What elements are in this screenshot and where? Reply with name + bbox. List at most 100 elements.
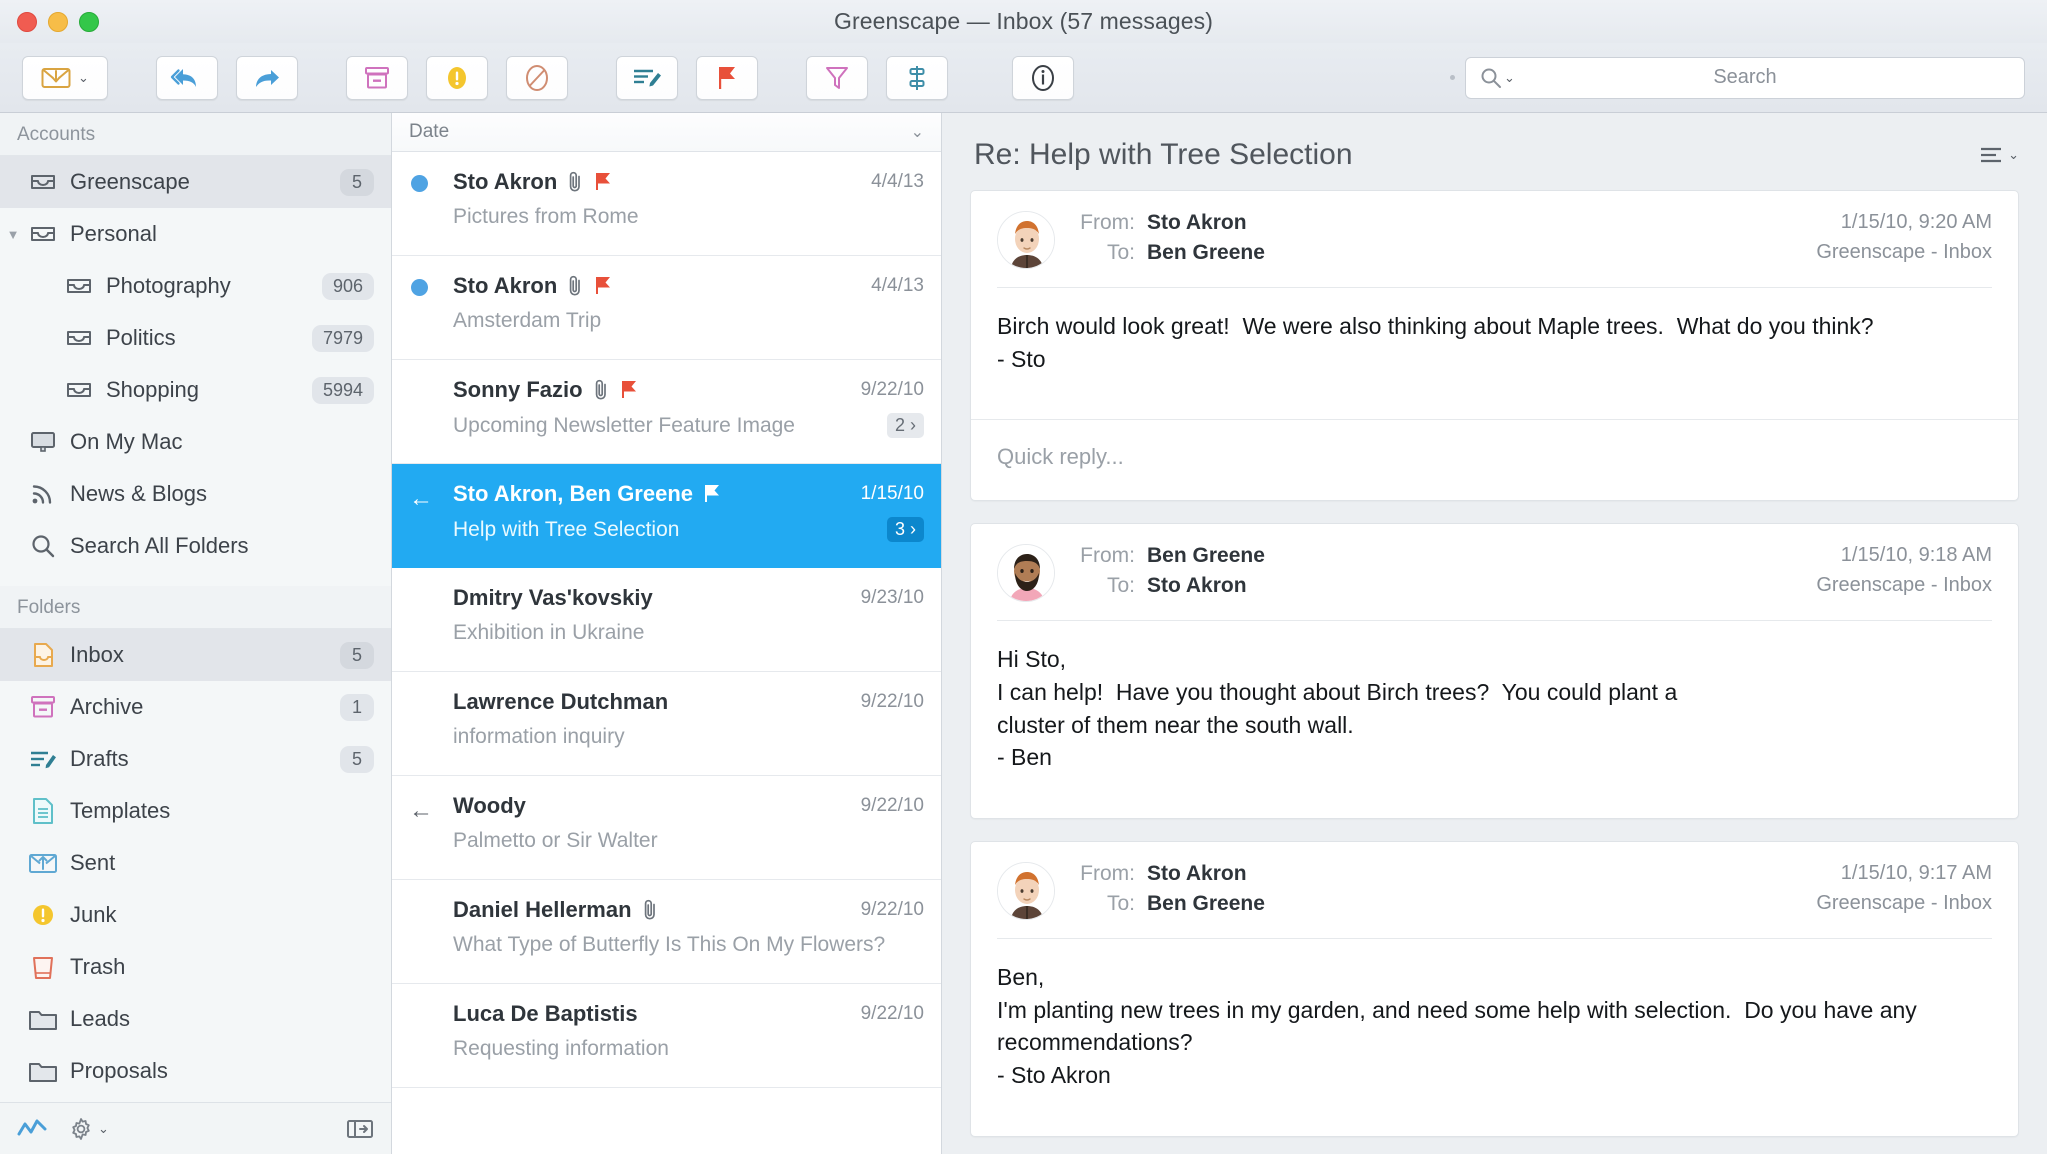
unread-dot-icon[interactable]: [411, 175, 428, 192]
row-content: Daniel Hellerman 9/22/10 What Type of Butt…: [453, 897, 924, 964]
info-button[interactable]: [1012, 55, 1074, 100]
sidebar-item-leads[interactable]: Leads: [0, 993, 391, 1045]
mailbox-tray-icon: [62, 323, 96, 353]
compose-pencil-icon: [631, 65, 663, 91]
chevron-down-icon[interactable]: ⌄: [911, 122, 924, 142]
chevron-down-icon[interactable]: ⌄: [2008, 147, 2019, 163]
drafts-pencil-icon: [26, 744, 60, 774]
from-value[interactable]: Sto Akron: [1147, 862, 1247, 886]
list-menu-icon[interactable]: ⌄: [1978, 144, 2019, 166]
message-card[interactable]: From: Sto Akron To: Ben Greene 1/15/10, 9:20…: [970, 190, 2019, 502]
red-flag-icon[interactable]: [619, 379, 639, 401]
gear-icon[interactable]: [69, 1117, 93, 1141]
from-value[interactable]: Ben Greene: [1147, 544, 1265, 568]
to-value[interactable]: Ben Greene: [1147, 892, 1265, 916]
sidebar-item-news-blogs[interactable]: News & Blogs: [0, 468, 391, 520]
white-flag-icon[interactable]: [702, 483, 722, 505]
block-button[interactable]: [506, 55, 568, 100]
message-sender: Luca De Baptistis: [453, 1001, 638, 1026]
sidebar-item-drafts[interactable]: Drafts 5: [0, 733, 391, 785]
unread-count-badge: 906: [321, 272, 374, 300]
from-value[interactable]: Sto Akron: [1147, 211, 1247, 235]
message-sender: Woody: [453, 793, 526, 818]
sidebar-item-sent[interactable]: Sent: [0, 837, 391, 889]
sidebar-item-label: Search All Folders: [70, 533, 249, 558]
message-list-row[interactable]: Sonny Fazio 9/22/10 Upcoming Newsletter Fe…: [392, 360, 941, 464]
zoom-button[interactable]: [79, 11, 99, 32]
unread-dot-icon[interactable]: [411, 279, 428, 296]
message-list-row[interactable]: ← Woody 9/22/10 Palmetto or Sir Walter: [392, 776, 941, 880]
sidebar-item-label: Sent: [70, 850, 116, 875]
row-status-gutter: [409, 377, 453, 444]
to-value[interactable]: Sto Akron: [1147, 574, 1247, 598]
chevron-down-icon: ⌄: [78, 69, 89, 85]
folders-list: Inbox 5 Archive 1 Drafts 5 Templates Sent Junk Tr…: [0, 629, 391, 1097]
message-list-row[interactable]: Sto Akron 4/4/13 Amsterdam Trip: [392, 256, 941, 360]
settings-menu[interactable]: ⌄: [69, 1117, 109, 1141]
sidebar-item-archive[interactable]: Archive 1: [0, 681, 391, 733]
window-title: Greenscape — Inbox (57 messages): [833, 8, 1214, 34]
sort-threads-button[interactable]: [886, 55, 948, 100]
search-input[interactable]: ⌄ Search: [1465, 56, 2025, 99]
paperclip-icon: [566, 275, 584, 297]
message-timestamp: 1/15/10, 9:18 AM: [1840, 544, 1992, 567]
thread-count-badge[interactable]: 2 ›: [886, 413, 924, 438]
folder-icon: [26, 1056, 60, 1086]
reply-all-button[interactable]: [156, 55, 218, 100]
sidebar-item-proposals[interactable]: Proposals: [0, 1045, 391, 1097]
sidebar-item-on-my-mac[interactable]: On My Mac: [0, 416, 391, 468]
sidebar-item-junk[interactable]: Junk: [0, 889, 391, 941]
row-content: Dmitry Vas'kovskiy 9/23/10 Exhibition in U…: [453, 585, 924, 652]
template-document-icon: [26, 796, 60, 826]
sidebar-item-inbox[interactable]: Inbox 5: [0, 629, 391, 681]
quick-reply-input[interactable]: Quick reply...: [971, 420, 2018, 500]
message-timestamp: 1/15/10, 9:20 AM: [1840, 211, 1992, 233]
sidebar-item-trash[interactable]: Trash: [0, 941, 391, 993]
red-flag-icon[interactable]: [593, 171, 613, 193]
message-subject: Upcoming Newsletter Feature Image: [453, 413, 795, 437]
message-list-row[interactable]: Dmitry Vas'kovskiy 9/23/10 Exhibition in U…: [392, 568, 941, 672]
get-mail-button[interactable]: ⌄: [22, 55, 108, 100]
sort-label: Date: [409, 121, 450, 142]
message-date: 4/4/13: [871, 275, 924, 296]
sidebar-item-templates[interactable]: Templates: [0, 785, 391, 837]
sidebar-item-greenscape[interactable]: Greenscape 5: [0, 156, 391, 208]
sidebar-item-politics[interactable]: Politics 7979: [0, 312, 391, 364]
sidebar-item-search-all-folders[interactable]: Search All Folders: [0, 520, 391, 572]
thread-count-badge[interactable]: 3 ›: [886, 517, 924, 542]
forward-button[interactable]: [236, 55, 298, 100]
message-list-row[interactable]: Lawrence Dutchman 9/22/10 information inqu…: [392, 672, 941, 776]
message-body: Birch would look great! We were also thi…: [997, 313, 1874, 372]
filter-button[interactable]: [806, 55, 868, 100]
message-card[interactable]: From: Ben Greene To: Sto Akron 1/15/10, 9:18…: [970, 523, 2019, 819]
activity-graph-icon[interactable]: [17, 1118, 47, 1140]
row-status-gutter: ←: [409, 481, 453, 548]
message-list-row[interactable]: Luca De Baptistis 9/22/10 Requesting infor…: [392, 984, 941, 1088]
to-value[interactable]: Ben Greene: [1147, 241, 1265, 265]
archive-button[interactable]: [346, 55, 408, 100]
archive-box-icon: [363, 65, 391, 91]
sidebar-item-personal[interactable]: ▼ Personal: [0, 208, 391, 260]
message-list-row[interactable]: Sto Akron 4/4/13 Pictures from Rome: [392, 152, 941, 256]
mailbox-tray-icon: [62, 271, 96, 301]
compose-button[interactable]: [616, 55, 678, 100]
minimize-button[interactable]: [48, 11, 68, 32]
chevron-down-icon[interactable]: ⌄: [98, 1121, 109, 1137]
junk-button[interactable]: [426, 55, 488, 100]
message-list-row[interactable]: ← Sto Akron, Ben Greene 1/15/10 Help with T…: [392, 464, 941, 568]
flag-button[interactable]: [696, 55, 758, 100]
archive-box-icon: [26, 692, 60, 722]
message-sender: Lawrence Dutchman: [453, 689, 669, 714]
red-flag-icon[interactable]: [593, 275, 613, 297]
avatar: [997, 211, 1055, 269]
toggle-pane-icon[interactable]: [346, 1117, 374, 1141]
message-list-sort-header[interactable]: Date ⌄: [392, 113, 941, 152]
message-list-row[interactable]: Daniel Hellerman 9/22/10 What Type of Butt…: [392, 880, 941, 984]
disclosure-triangle-icon[interactable]: ▼: [0, 227, 26, 242]
close-button[interactable]: [17, 11, 37, 32]
message-meta: 1/15/10, 9:20 AM Greenscape - Inbox: [1816, 211, 1992, 271]
sidebar-item-shopping[interactable]: Shopping 5994: [0, 364, 391, 416]
sidebar-item-photography[interactable]: Photography 906: [0, 260, 391, 312]
message-timestamp: 1/15/10, 9:17 AM: [1840, 861, 1992, 884]
message-card[interactable]: From: Sto Akron To: Ben Greene 1/15/10, 9:17…: [970, 840, 2019, 1137]
